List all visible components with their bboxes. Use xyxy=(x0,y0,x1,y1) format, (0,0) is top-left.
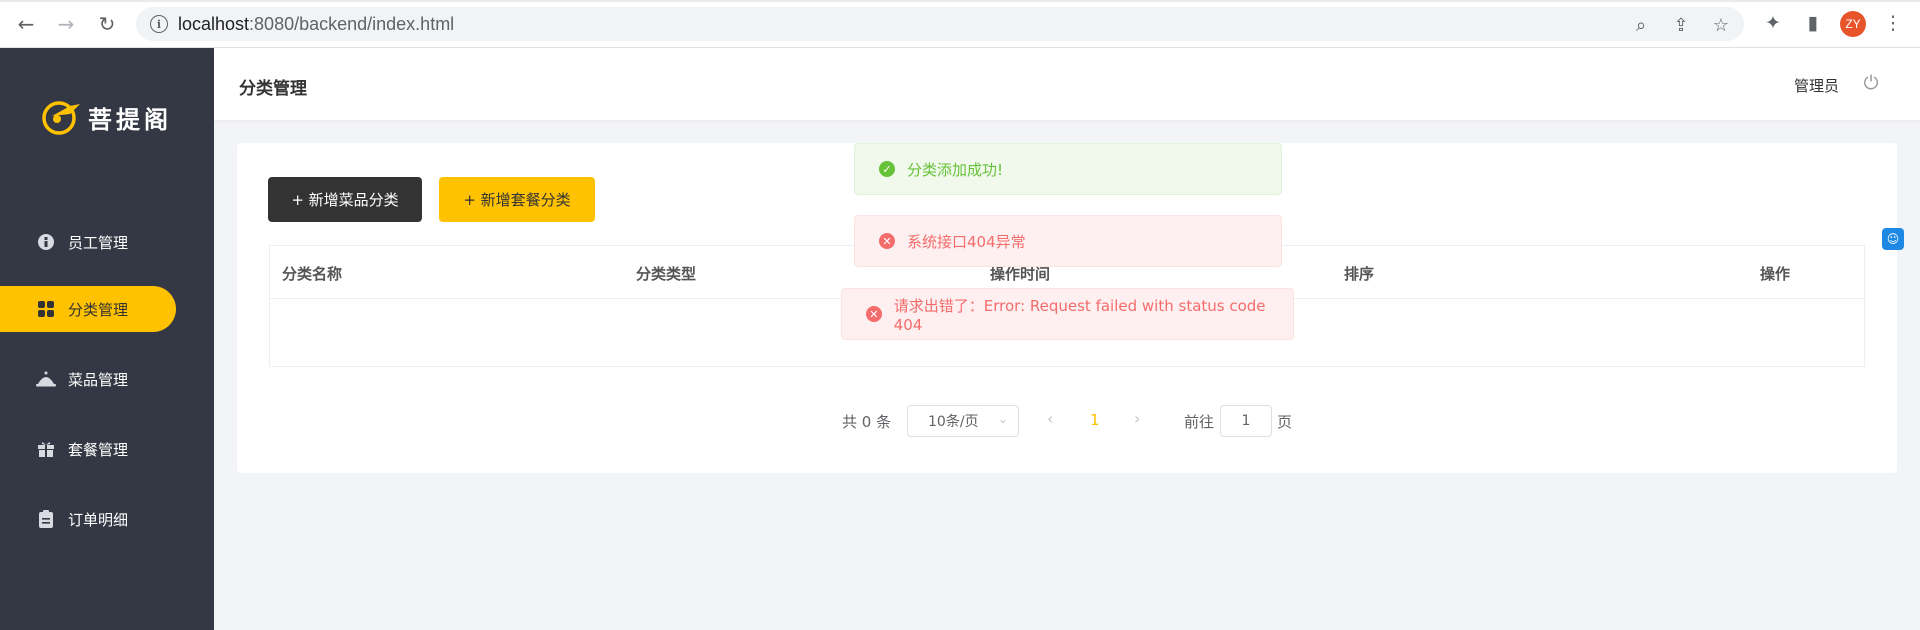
error-message: ✕ 请求出错了：Error: Request failed with statu… xyxy=(841,288,1294,340)
goto-page-input[interactable]: 1 xyxy=(1220,405,1272,437)
reload-icon[interactable]: ↻ xyxy=(93,10,121,38)
order-icon xyxy=(36,509,56,529)
zoom-icon[interactable]: ⌕ xyxy=(1630,14,1652,36)
url-path: :8080/backend/index.html xyxy=(249,14,455,34)
dish-icon xyxy=(36,369,56,389)
sidebar-item-label: 分类管理 xyxy=(68,300,129,319)
next-page-icon[interactable]: › xyxy=(1134,409,1140,428)
page-header: 分类管理 管理员 ⏻ xyxy=(214,48,1920,120)
page-title: 分类管理 xyxy=(239,79,307,99)
gift-icon xyxy=(36,439,56,459)
back-icon[interactable]: ← xyxy=(12,10,40,38)
browser-toolbar: ← → ↻ i localhost:8080/backend/index.htm… xyxy=(0,0,1920,48)
user-name[interactable]: 管理员 xyxy=(1794,75,1839,96)
message-text: 分类添加成功! xyxy=(907,160,1004,179)
employee-icon xyxy=(36,232,56,252)
logout-icon[interactable]: ⏻ xyxy=(1860,72,1882,94)
bookmark-star-icon[interactable]: ☆ xyxy=(1710,14,1732,36)
logo-mark-icon xyxy=(40,98,82,136)
share-icon[interactable]: ⇪ xyxy=(1670,14,1692,36)
error-close-icon: ✕ xyxy=(866,306,882,322)
pagination: 共 0 条 10条/页 ⌄ ‹ 1 › 前往 1 页 xyxy=(237,405,1897,437)
column-header: 分类类型 xyxy=(636,265,697,283)
sidebar-item-order[interactable]: 订单明细 xyxy=(0,496,176,542)
url-text[interactable]: localhost:8080/backend/index.html xyxy=(178,14,454,35)
add-dish-category-button[interactable]: + 新增菜品分类 xyxy=(268,177,422,222)
sidebar-item-label: 套餐管理 xyxy=(68,440,129,459)
success-message: ✓ 分类添加成功! xyxy=(854,143,1282,195)
tab-strip xyxy=(0,0,1920,2)
goto-label: 前往 xyxy=(1184,413,1215,431)
message-text: 系统接口404异常 xyxy=(907,232,1026,251)
column-header: 操作 xyxy=(1760,265,1791,283)
sidebar-item-category[interactable]: 分类管理 xyxy=(0,286,176,332)
site-info-icon[interactable]: i xyxy=(150,15,168,33)
logo-text: 菩提阁 xyxy=(88,105,172,134)
add-setmeal-category-button[interactable]: + 新增套餐分类 xyxy=(439,177,595,222)
goto-suffix: 页 xyxy=(1277,413,1293,431)
column-header: 排序 xyxy=(1344,265,1375,283)
error-close-icon: ✕ xyxy=(879,233,895,249)
browser-menu-icon[interactable]: ⋮ xyxy=(1880,10,1906,36)
chevron-down-icon: ⌄ xyxy=(997,412,1008,426)
floating-assistant-icon[interactable]: ☺ xyxy=(1882,228,1904,250)
page-size-value: 10条/页 xyxy=(928,414,979,430)
message-text: 请求出错了：Error: Request failed with status … xyxy=(893,296,1266,334)
url-host: localhost xyxy=(178,14,250,34)
logo: 菩提阁 xyxy=(40,98,172,136)
error-message: ✕ 系统接口404异常 xyxy=(854,215,1282,267)
category-icon xyxy=(36,299,56,319)
sidebar-item-label: 菜品管理 xyxy=(68,370,129,389)
side-panel-icon[interactable]: ▮ xyxy=(1800,10,1826,36)
sidebar-item-label: 订单明细 xyxy=(68,510,129,529)
sidebar-item-employee[interactable]: 员工管理 xyxy=(0,219,176,265)
page-size-select[interactable]: 10条/页 ⌄ xyxy=(907,405,1019,437)
sidebar-item-dish[interactable]: 菜品管理 xyxy=(0,356,176,402)
prev-page-icon[interactable]: ‹ xyxy=(1047,409,1053,428)
profile-avatar[interactable]: ZY xyxy=(1840,11,1866,37)
column-header: 分类名称 xyxy=(282,265,343,283)
sidebar: 菩提阁 员工管理 分类管理 菜品管理 套餐管理 订单明细 xyxy=(0,48,214,630)
sidebar-item-label: 员工管理 xyxy=(68,233,129,252)
forward-icon[interactable]: → xyxy=(52,10,80,38)
success-check-icon: ✓ xyxy=(879,161,895,177)
extensions-icon[interactable]: ✦ xyxy=(1760,10,1786,36)
page-number[interactable]: 1 xyxy=(1090,411,1100,429)
sidebar-item-setmeal[interactable]: 套餐管理 xyxy=(0,426,176,472)
total-count: 共 0 条 xyxy=(842,413,892,431)
address-bar[interactable]: i localhost:8080/backend/index.html ⌕ ⇪ … xyxy=(136,7,1744,41)
